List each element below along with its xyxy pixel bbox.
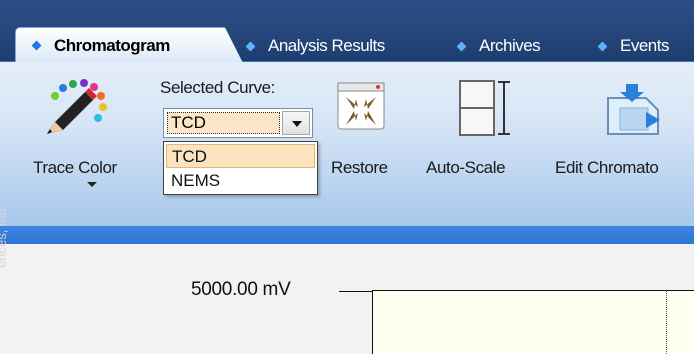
- tab-analysis-results[interactable]: Analysis Results: [245, 30, 385, 62]
- tab-chromatogram[interactable]: Chromatogram: [15, 27, 243, 63]
- tab-label: Events: [620, 36, 669, 55]
- diamond-icon: [31, 40, 42, 51]
- dropdown-arrow-button[interactable]: [282, 111, 310, 135]
- pencil-palette-icon[interactable]: [41, 76, 111, 140]
- curve-dropdown-list: TCD NEMS: [163, 141, 318, 195]
- diamond-icon: [597, 41, 608, 51]
- collapse-arrows-icon[interactable]: [336, 81, 386, 131]
- plot-frame[interactable]: [372, 290, 694, 354]
- auto-scale-label[interactable]: Auto-Scale: [426, 158, 506, 178]
- tab-strip: Chromatogram Analysis Results Archives E…: [0, 0, 694, 63]
- chevron-down-icon[interactable]: [87, 182, 97, 187]
- y-axis-max-label: 5000.00 mV: [191, 279, 291, 300]
- dropdown-option-nems[interactable]: NEMS: [166, 169, 315, 193]
- edit-chromatogram-label[interactable]: Edit Chromato: [555, 158, 659, 178]
- plot-cursor-line[interactable]: [666, 291, 667, 354]
- ribbon-divider-band: [0, 226, 694, 244]
- tab-archives[interactable]: Archives: [456, 30, 541, 62]
- diamond-icon: [456, 41, 467, 51]
- watermark-text: ences, Inc.: [0, 205, 9, 268]
- tab-label: Archives: [479, 36, 541, 55]
- selected-curve-combobox[interactable]: TCD: [163, 108, 313, 138]
- y-axis-tick: [339, 291, 373, 292]
- diamond-icon: [245, 41, 256, 51]
- tab-label: Analysis Results: [268, 36, 385, 55]
- tab-label: Chromatogram: [54, 35, 170, 55]
- tab-events[interactable]: Events: [597, 30, 669, 62]
- restore-label[interactable]: Restore: [331, 158, 388, 178]
- auto-scale-icon[interactable]: [457, 78, 513, 138]
- trace-color-label[interactable]: Trace Color: [33, 158, 117, 178]
- selected-curve-value[interactable]: TCD: [167, 112, 280, 134]
- selected-curve-label: Selected Curve:: [160, 78, 275, 97]
- dropdown-option-tcd[interactable]: TCD: [166, 144, 315, 168]
- edit-chromatogram-icon[interactable]: [602, 80, 664, 136]
